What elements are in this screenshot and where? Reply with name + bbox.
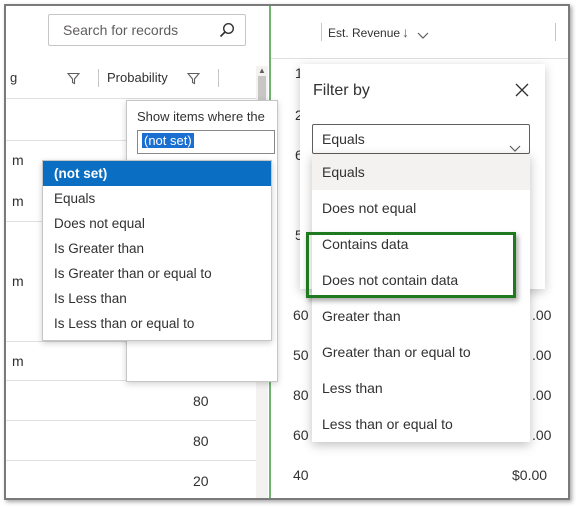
table-cell: m xyxy=(12,193,24,209)
header-divider xyxy=(271,58,568,59)
close-icon[interactable] xyxy=(515,83,529,100)
column-separator xyxy=(555,23,556,41)
probability-value: 80 xyxy=(193,433,209,449)
dropdown-option-equals[interactable]: Equals xyxy=(43,186,271,211)
column-separator xyxy=(321,23,322,41)
operator-option-contains-data[interactable]: Contains data xyxy=(312,226,530,262)
revenue-value: .00 xyxy=(532,307,552,323)
operator-option-does-not-contain-data[interactable]: Does not contain data xyxy=(312,262,530,298)
operator-option-does-not-equal[interactable]: Does not equal xyxy=(312,190,530,226)
column-header-est-revenue[interactable]: Est. Revenue xyxy=(328,26,400,40)
row-divider xyxy=(6,460,256,461)
header-divider xyxy=(6,98,256,99)
table-cell: 80 xyxy=(293,387,309,403)
revenue-value: $0.00 xyxy=(512,467,548,483)
probability-value: 80 xyxy=(193,393,209,409)
probability-value: 20 xyxy=(193,473,209,489)
table-cell: 40 xyxy=(293,467,309,483)
revenue-value: .00 xyxy=(532,387,552,403)
operator-option-equals[interactable]: Equals xyxy=(312,154,530,190)
dropdown-option-less-than-or-equal[interactable]: Is Less than or equal to xyxy=(43,311,271,336)
condition-dropdown-list: (not set) Equals Does not equal Is Great… xyxy=(42,160,272,341)
dropdown-option-not-set[interactable]: (not set) xyxy=(43,161,271,186)
table-cell: m xyxy=(12,273,24,289)
revenue-value: .00 xyxy=(532,347,552,363)
dropdown-option-less-than[interactable]: Is Less than xyxy=(43,286,271,311)
operator-option-greater-than[interactable]: Greater than xyxy=(312,298,530,334)
condition-select[interactable]: (not set) xyxy=(137,130,275,154)
dropdown-option-greater-than-or-equal[interactable]: Is Greater than or equal to xyxy=(43,261,271,286)
operator-option-less-than[interactable]: Less than xyxy=(312,370,530,406)
column-header-probability[interactable]: Probability xyxy=(107,70,168,85)
scroll-up-icon[interactable]: ▲ xyxy=(258,66,266,75)
operator-selected-value: Equals xyxy=(322,131,365,147)
filter-icon[interactable] xyxy=(186,72,201,88)
operator-option-less-than-or-equal[interactable]: Less than or equal to xyxy=(312,406,530,442)
search-input[interactable]: Search for records xyxy=(48,14,246,46)
search-placeholder: Search for records xyxy=(63,22,179,38)
dropdown-option-does-not-equal[interactable]: Does not equal xyxy=(43,211,271,236)
operator-options-list: Equals Does not equal Contains data Does… xyxy=(312,154,530,442)
dropdown-option-greater-than[interactable]: Is Greater than xyxy=(43,236,271,261)
table-cell: 50 xyxy=(293,347,309,363)
filter-icon[interactable] xyxy=(66,72,81,88)
chevron-down-icon[interactable] xyxy=(417,28,429,43)
show-items-label: Show items where the xyxy=(137,109,265,124)
condition-selected-value: (not set) xyxy=(142,133,194,148)
search-icon[interactable] xyxy=(219,22,235,41)
operator-combobox[interactable]: Equals xyxy=(312,124,530,154)
row-divider xyxy=(6,420,256,421)
column-separator xyxy=(98,69,99,87)
operator-option-greater-than-or-equal[interactable]: Greater than or equal to xyxy=(312,334,530,370)
table-cell: m xyxy=(12,353,24,369)
column-separator xyxy=(218,69,219,87)
table-cell: 60 xyxy=(293,307,309,323)
sort-down-icon[interactable]: ↓ xyxy=(402,24,409,40)
table-cell: 60 xyxy=(293,427,309,443)
table-cell: m xyxy=(12,152,24,168)
app-window: Search for records g Probability m m m m… xyxy=(4,4,570,500)
revenue-value: .00 xyxy=(532,427,552,443)
filter-panel-title: Filter by xyxy=(313,82,370,99)
column-header-partial[interactable]: g xyxy=(10,70,17,85)
